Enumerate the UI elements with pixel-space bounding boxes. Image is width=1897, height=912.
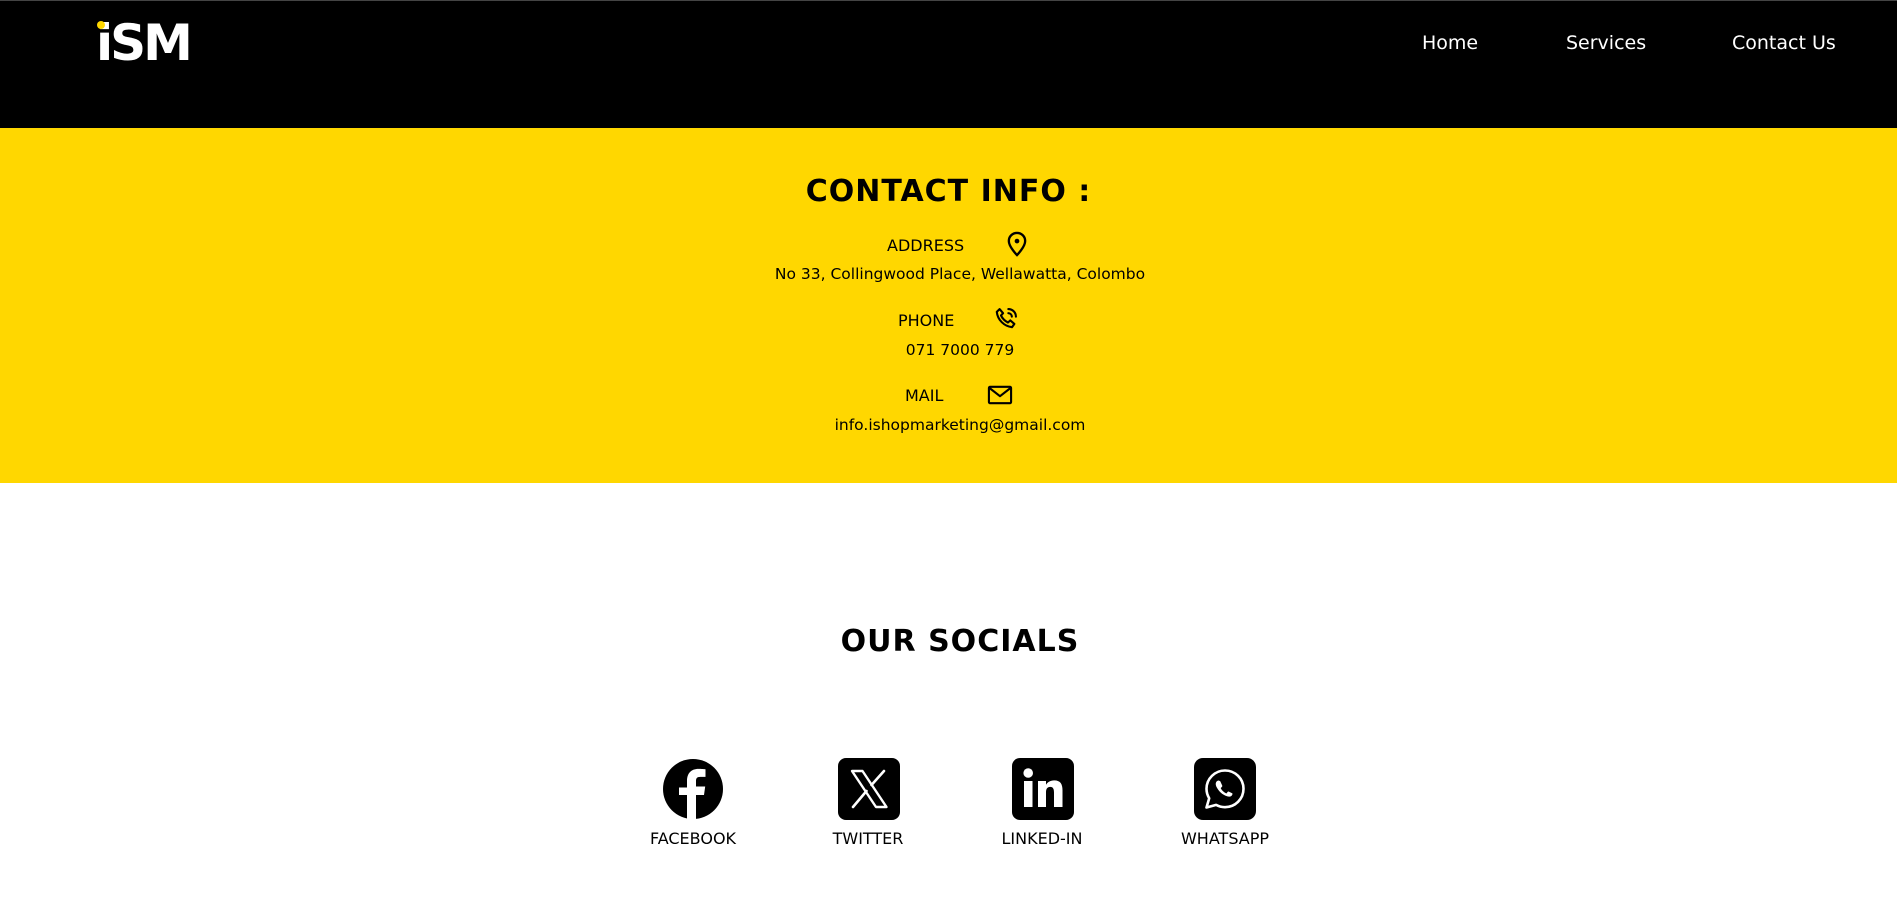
mail-label: MAIL bbox=[905, 386, 944, 405]
logo-accent-dot bbox=[97, 21, 105, 29]
address-value: No 33, Collingwood Place, Wellawatta, Co… bbox=[774, 265, 1146, 283]
phone-call-icon bbox=[995, 308, 1017, 329]
socials-title: OUR SOCIALS bbox=[840, 624, 1080, 659]
nav-services[interactable]: Services bbox=[1566, 31, 1646, 55]
nav-home[interactable]: Home bbox=[1422, 31, 1478, 55]
whatsapp-icon[interactable] bbox=[1194, 758, 1256, 820]
contact-info-section: CONTACT INFO : ADDRESS No 33, Collingwoo… bbox=[0, 128, 1897, 483]
nav-contact-us[interactable]: Contact Us bbox=[1732, 31, 1836, 55]
top-navbar: iSM Home Services Contact Us bbox=[0, 0, 1897, 128]
facebook-icon[interactable] bbox=[662, 758, 724, 820]
x-twitter-icon[interactable] bbox=[838, 758, 900, 820]
whatsapp-label[interactable]: WHATSAPP bbox=[1145, 829, 1305, 849]
contact-info-title: CONTACT INFO : bbox=[805, 174, 1092, 209]
facebook-label[interactable]: FACEBOOK bbox=[613, 829, 773, 849]
site-logo[interactable]: iSM bbox=[96, 15, 193, 71]
linkedin-label[interactable]: LINKED-IN bbox=[962, 829, 1122, 849]
mail-value[interactable]: info.ishopmarketing@gmail.com bbox=[0, 415, 1897, 435]
linkedin-icon[interactable] bbox=[1012, 758, 1074, 820]
mail-envelope-icon bbox=[987, 385, 1013, 405]
phone-label: PHONE bbox=[898, 311, 955, 330]
location-pin-icon bbox=[1007, 231, 1027, 257]
address-label: ADDRESS bbox=[887, 236, 965, 255]
twitter-label[interactable]: TWITTER bbox=[788, 829, 948, 849]
phone-value[interactable]: 071 7000 779 bbox=[0, 340, 1897, 360]
